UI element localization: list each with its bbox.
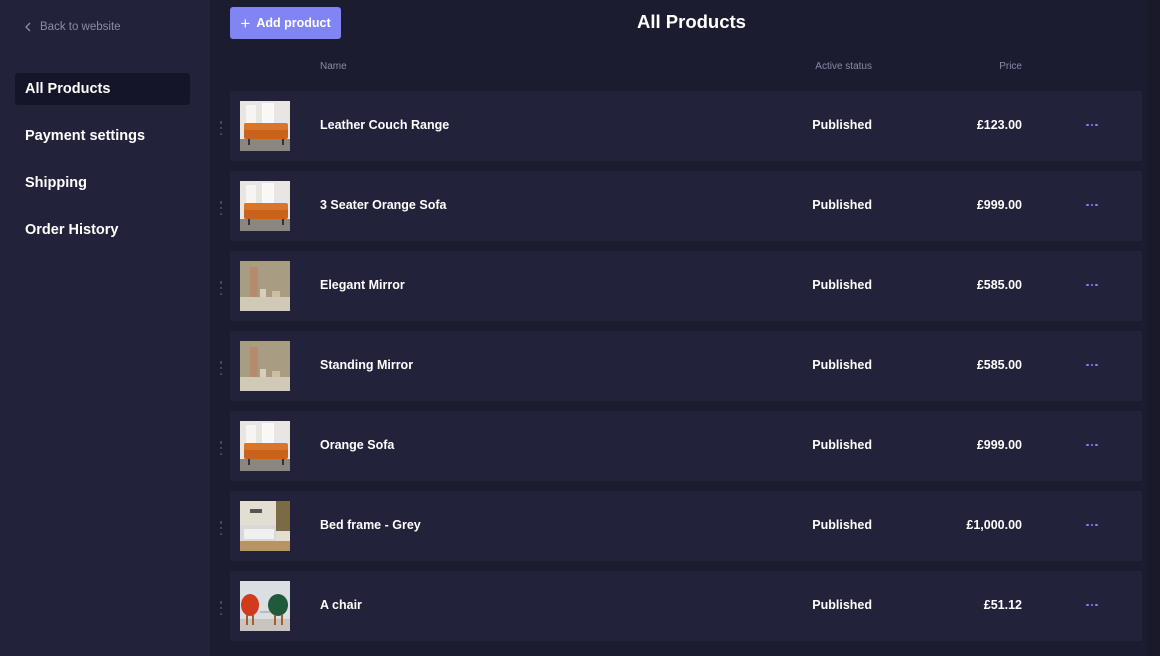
more-options-icon[interactable] (1082, 197, 1102, 213)
product-price: £1,000.00 (966, 518, 1022, 532)
product-card[interactable]: Elegant Mirror Published £585.00 (230, 251, 1142, 321)
product-status: Published (812, 278, 872, 292)
sidebar: Back to website All Products Payment set… (0, 0, 210, 656)
sidebar-item-all-products[interactable]: All Products (15, 73, 190, 105)
scrollbar-track[interactable] (1148, 0, 1160, 656)
sidebar-item-payment-settings[interactable]: Payment settings (15, 120, 190, 152)
add-product-button[interactable]: + Add product (230, 7, 341, 39)
product-card[interactable]: Orange Sofa Published £999.00 (230, 411, 1142, 481)
product-thumbnail-bed (240, 501, 290, 551)
sidebar-item-shipping[interactable]: Shipping (15, 167, 190, 199)
column-header-name: Name (320, 61, 347, 72)
product-name[interactable]: Orange Sofa (320, 438, 394, 452)
product-status: Published (812, 518, 872, 532)
drag-handle-icon[interactable] (219, 281, 223, 295)
product-price: £123.00 (976, 118, 1022, 132)
chevron-left-icon (25, 22, 31, 32)
product-price: £585.00 (976, 278, 1022, 292)
sidebar-item-label: Order History (25, 222, 119, 238)
drag-handle-icon[interactable] (219, 361, 223, 375)
back-to-website-link[interactable]: Back to website (24, 21, 121, 33)
plus-icon: + (240, 13, 251, 33)
product-thumbnail-chairs (240, 581, 290, 631)
page-title: All Products (637, 11, 746, 32)
drag-handle-icon[interactable] (219, 601, 223, 615)
more-options-icon[interactable] (1082, 357, 1102, 373)
sidebar-nav: All Products Payment settings Shipping O… (15, 73, 190, 261)
product-status: Published (812, 598, 872, 612)
product-status: Published (812, 358, 872, 372)
product-status: Published (812, 198, 872, 212)
more-options-icon[interactable] (1082, 597, 1102, 613)
drag-handle-icon[interactable] (219, 121, 223, 135)
product-row: Standing Mirror Published £585.00 (210, 331, 1160, 401)
column-header-price: Price (999, 61, 1022, 72)
product-card[interactable]: 3 Seater Orange Sofa Published £999.00 (230, 171, 1142, 241)
more-options-icon[interactable] (1082, 277, 1102, 293)
more-options-icon[interactable] (1082, 437, 1102, 453)
product-row: A chair Published £51.12 (210, 571, 1160, 641)
product-status: Published (812, 118, 872, 132)
more-options-icon[interactable] (1082, 117, 1102, 133)
add-product-label: Add product (256, 16, 331, 30)
drag-handle-icon[interactable] (219, 201, 223, 215)
product-thumbnail-mirror (240, 341, 290, 391)
product-thumbnail-orange-sofa (240, 181, 290, 231)
product-thumbnail-orange-sofa (240, 101, 290, 151)
product-name[interactable]: Elegant Mirror (320, 278, 405, 292)
product-name[interactable]: A chair (320, 598, 362, 612)
product-card[interactable]: Leather Couch Range Published £123.00 (230, 91, 1142, 161)
main-content: + Add product All Products Name Active s… (210, 0, 1160, 656)
product-price: £999.00 (976, 198, 1022, 212)
product-thumbnail-mirror (240, 261, 290, 311)
product-name[interactable]: 3 Seater Orange Sofa (320, 198, 446, 212)
sidebar-item-label: Shipping (25, 175, 88, 191)
product-card[interactable]: A chair Published £51.12 (230, 571, 1142, 641)
product-name[interactable]: Leather Couch Range (320, 118, 449, 132)
drag-handle-icon[interactable] (219, 441, 223, 455)
product-row: Leather Couch Range Published £123.00 (210, 91, 1160, 161)
sidebar-item-order-history[interactable]: Order History (15, 214, 190, 246)
product-row: Orange Sofa Published £999.00 (210, 411, 1160, 481)
product-price: £51.12 (983, 598, 1022, 612)
product-price: £999.00 (976, 438, 1022, 452)
drag-handle-icon[interactable] (219, 521, 223, 535)
sidebar-item-label: All Products (25, 81, 111, 97)
product-list: Leather Couch Range Published £123.00 3 … (210, 91, 1160, 651)
back-link-label: Back to website (40, 21, 121, 33)
product-thumbnail-orange-sofa (240, 421, 290, 471)
product-card[interactable]: Standing Mirror Published £585.00 (230, 331, 1142, 401)
product-row: 3 Seater Orange Sofa Published £999.00 (210, 171, 1160, 241)
column-header-status: Active status (815, 61, 872, 72)
product-card[interactable]: Bed frame - Grey Published £1,000.00 (230, 491, 1142, 561)
product-row: Bed frame - Grey Published £1,000.00 (210, 491, 1160, 561)
product-name[interactable]: Standing Mirror (320, 358, 413, 372)
product-status: Published (812, 438, 872, 452)
more-options-icon[interactable] (1082, 517, 1102, 533)
product-row: Elegant Mirror Published £585.00 (210, 251, 1160, 321)
product-name[interactable]: Bed frame - Grey (320, 518, 421, 532)
product-price: £585.00 (976, 358, 1022, 372)
sidebar-item-label: Payment settings (25, 128, 146, 144)
